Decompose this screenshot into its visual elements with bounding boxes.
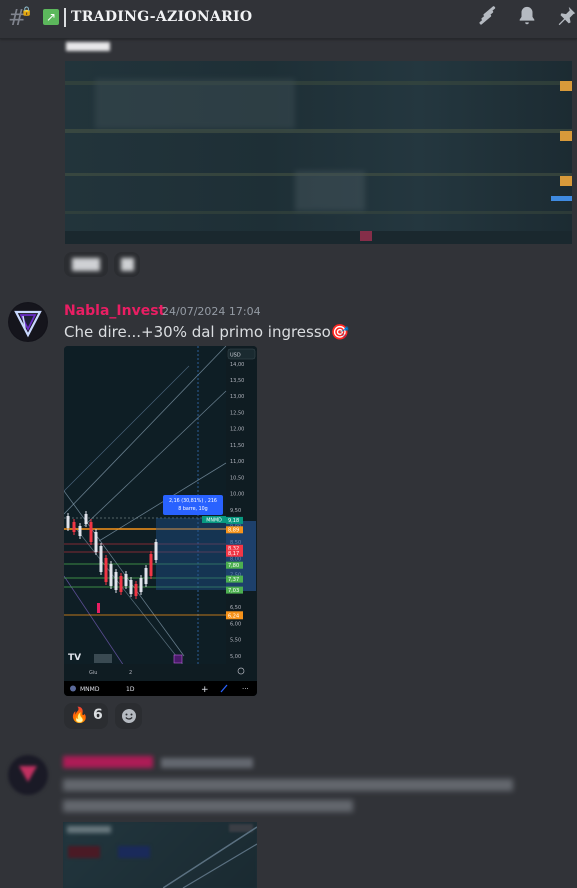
username[interactable]: Nabla_Invest (64, 303, 165, 319)
price-tag: 7,80 (228, 563, 239, 569)
channel-header: # 🔒 ↗ TRADING-AZIONARIO (0, 0, 577, 39)
price-tick: 6,00 (230, 621, 241, 627)
price-tag: 9,18 (228, 518, 239, 524)
blurred-timestamp (161, 758, 253, 768)
candle (84, 514, 88, 524)
blurred-reaction[interactable] (64, 252, 108, 277)
reaction-count: 6 (93, 707, 103, 723)
price-tick: 13,00 (230, 394, 244, 400)
timestamp: 24/07/2024 17:04 (162, 305, 261, 318)
tooltip-line1: 2,16 (30,81%) , 216 (169, 498, 217, 504)
price-tick: 11,00 (230, 459, 244, 465)
ticker-label: MNMD (206, 518, 222, 524)
x-tick: Giu (89, 670, 97, 676)
price-tick: 12,00 (230, 427, 244, 433)
price-chart: 14,00 13,50 13,00 12,50 12,00 11,50 11,00 10,50… (64, 346, 257, 696)
candle (99, 546, 103, 572)
currency-label: USD (230, 353, 241, 359)
blurred-text-line-2 (63, 800, 353, 812)
candle (66, 516, 70, 528)
candle (149, 554, 153, 576)
add-reaction-button[interactable] (115, 703, 142, 729)
message-text: Che dire...+30% dal primo ingresso🎯 (64, 323, 350, 341)
tooltip-line2: 8 barre, 10g (178, 506, 207, 512)
candle (144, 568, 148, 584)
footer-ticker: MNMD (80, 686, 100, 693)
lock-icon: 🔒 (21, 7, 33, 17)
price-tag: 8,89 (228, 528, 239, 534)
price-tick: 10,00 (230, 492, 244, 498)
blurred-chart-image[interactable] (65, 61, 572, 244)
blurred-add-reaction[interactable] (114, 252, 140, 277)
candle (139, 578, 143, 592)
price-tag: 8,17 (228, 551, 239, 557)
message-body: Che dire...+30% dal primo ingresso (64, 323, 331, 341)
candle (104, 558, 108, 582)
footer-interval: 1D (126, 686, 135, 693)
chart-attachment[interactable]: 14,00 13,50 13,00 12,50 12,00 11,50 11,00 10,50… (64, 346, 257, 696)
price-tick: 14,00 (230, 362, 244, 368)
blurred-image[interactable] (63, 822, 257, 888)
notification-bell-icon[interactable] (514, 5, 540, 31)
threads-icon[interactable] (474, 5, 500, 31)
price-tag: 6,24 (228, 614, 239, 620)
channel-name: TRADING-AZIONARIO (71, 9, 253, 25)
price-tick: 10,50 (230, 475, 244, 481)
candle (129, 580, 133, 594)
candle (154, 542, 158, 560)
smile-icon (122, 709, 136, 723)
blurred-text-line-1 (63, 779, 513, 791)
target-emoji: 🎯 (330, 323, 350, 341)
candle (89, 522, 93, 542)
price-tag: 7,37 (228, 577, 239, 583)
avatar[interactable] (8, 302, 48, 342)
candle (114, 572, 118, 590)
price-tick: 9,50 (230, 508, 241, 514)
add-icon: + (201, 685, 209, 695)
candle (94, 532, 98, 552)
blurred-avatar[interactable] (8, 755, 48, 795)
reaction-fire[interactable]: 🔥 6 (64, 703, 108, 729)
candle (109, 564, 113, 586)
price-tick: 12,50 (230, 411, 244, 417)
price-tick: 11,50 (230, 443, 244, 449)
price-tick: 5,50 (230, 638, 241, 644)
divider-bar (64, 8, 66, 27)
tradingview-logo: TV (68, 653, 81, 663)
fire-emoji: 🔥 (70, 706, 89, 724)
candle (124, 574, 128, 586)
pin-icon[interactable] (553, 5, 577, 31)
chart-emoji-icon: ↗ (43, 9, 59, 25)
candle (72, 522, 76, 532)
price-tag: 7,03 (228, 588, 239, 594)
candle (119, 576, 123, 592)
price-tick: 6,50 (230, 605, 241, 611)
candle (134, 584, 138, 596)
more-icon: ··· (242, 685, 249, 693)
blurred-username (63, 756, 153, 768)
price-tick: 5,00 (230, 654, 241, 660)
candle (78, 526, 82, 536)
x-tick: 2 (129, 670, 132, 676)
price-tick: 13,50 (230, 378, 244, 384)
blurred-name-fragment (66, 42, 110, 51)
